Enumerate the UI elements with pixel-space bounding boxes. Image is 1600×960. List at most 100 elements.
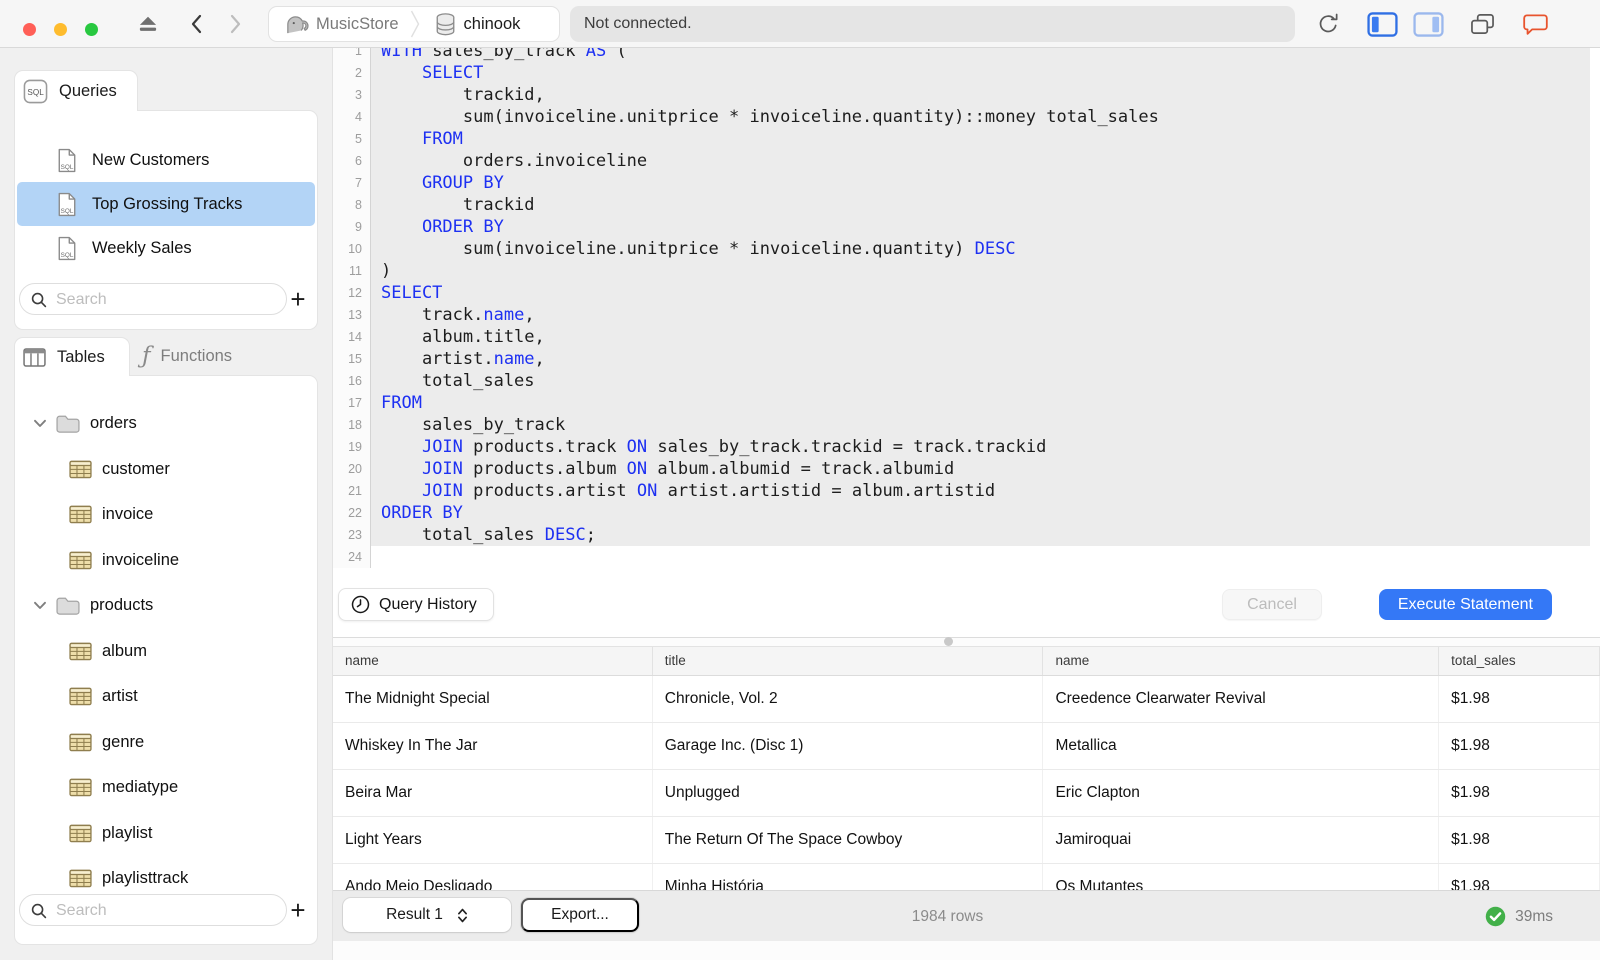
result-selector[interactable]: Result 1 <box>343 898 511 932</box>
query-list-item[interactable]: SQL Top Grossing Tracks <box>17 182 315 226</box>
add-query-button[interactable]: + <box>285 283 311 315</box>
code-line[interactable]: 17 FROM <box>333 392 1600 414</box>
code-line[interactable]: 20 JOIN products.album ON album.albumid … <box>333 458 1600 480</box>
panel-right-icon <box>1412 11 1444 37</box>
tree-table-row[interactable]: mediatype <box>15 765 317 811</box>
cancel-button[interactable]: Cancel <box>1222 589 1322 620</box>
code-text: artist.name, <box>371 348 1590 370</box>
line-number: 17 <box>333 392 371 414</box>
breadcrumb-database[interactable]: chinook <box>421 12 531 37</box>
results-body: The Midnight Special Chronicle, Vol. 2 Cre… <box>333 676 1600 890</box>
query-list-item[interactable]: SQL Weekly Sales <box>15 226 317 270</box>
code-line[interactable]: 11 ) <box>333 260 1600 282</box>
code-line[interactable]: 3 trackid, <box>333 84 1600 106</box>
result-row[interactable]: Light Years The Return Of The Space Cowbo… <box>333 817 1600 864</box>
code-line[interactable]: 6 orders.invoiceline <box>333 150 1600 172</box>
query-list-item[interactable]: SQL New Customers <box>15 138 317 182</box>
query-history-button[interactable]: Query History <box>338 588 494 621</box>
back-button[interactable] <box>182 0 210 48</box>
toggle-right-sidebar-button[interactable] <box>1410 0 1446 48</box>
sql-file-icon: SQL <box>57 236 77 261</box>
code-line[interactable]: 1 WITH sales_by_track AS ( <box>333 48 1600 62</box>
result-row[interactable]: The Midnight Special Chronicle, Vol. 2 Cre… <box>333 676 1600 723</box>
result-cell: Creedence Clearwater Revival <box>1043 676 1440 722</box>
code-text: GROUP BY <box>371 172 1590 194</box>
code-line[interactable]: 13 track.name, <box>333 304 1600 326</box>
code-line[interactable]: 12 SELECT <box>333 282 1600 304</box>
tree-table-row[interactable]: artist <box>15 674 317 720</box>
tree-folder-row[interactable]: orders <box>15 401 317 447</box>
code-line[interactable]: 9 ORDER BY <box>333 216 1600 238</box>
code-line[interactable]: 7 GROUP BY <box>333 172 1600 194</box>
code-line[interactable]: 18 sales_by_track <box>333 414 1600 436</box>
column-header[interactable]: name <box>1043 647 1440 675</box>
sql-file-icon: SQL <box>57 148 77 173</box>
zoom-window-button[interactable] <box>85 23 98 36</box>
result-cell: Minha História <box>653 864 1044 890</box>
tree-table-row[interactable]: invoice <box>15 492 317 538</box>
add-table-button[interactable]: + <box>285 894 311 926</box>
tree-item-label: playlist <box>102 823 153 842</box>
refresh-button[interactable] <box>1313 0 1343 48</box>
windows-button[interactable] <box>1466 0 1498 48</box>
close-window-button[interactable] <box>23 23 36 36</box>
export-button[interactable]: Export... <box>521 898 639 932</box>
tree-table-row[interactable]: playlisttrack <box>15 856 317 895</box>
code-line[interactable]: 24 <box>333 546 1600 568</box>
code-line[interactable]: 2 SELECT <box>333 62 1600 84</box>
tree-table-row[interactable]: playlist <box>15 811 317 857</box>
tables-search-box[interactable] <box>19 894 287 926</box>
splitter-grip[interactable] <box>944 637 953 646</box>
queries-search-box[interactable] <box>19 283 287 315</box>
forward-button[interactable] <box>222 0 250 48</box>
feedback-button[interactable] <box>1519 0 1551 48</box>
eject-button[interactable] <box>133 0 163 48</box>
database-icon <box>434 12 457 37</box>
execute-statement-button[interactable]: Execute Statement <box>1378 589 1552 620</box>
result-row[interactable]: Whiskey In The Jar Garage Inc. (Disc 1) Me… <box>333 723 1600 770</box>
code-line[interactable]: 10 sum(invoiceline.unitprice * invoiceli… <box>333 238 1600 260</box>
queries-search-input[interactable] <box>54 285 278 315</box>
tab-queries[interactable]: SQL Queries <box>14 70 138 111</box>
svg-text:SQL: SQL <box>27 87 44 96</box>
breadcrumb-connection[interactable]: MusicStore <box>269 13 409 36</box>
chevron-down-icon[interactable] <box>33 601 47 610</box>
code-line[interactable]: 8 trackid <box>333 194 1600 216</box>
tables-search-input[interactable] <box>54 896 278 926</box>
result-row[interactable]: Beira Mar Unplugged Eric Clapton $1.98 <box>333 770 1600 817</box>
tree-table-row[interactable]: album <box>15 629 317 675</box>
column-header[interactable]: name <box>333 647 653 675</box>
code-text: album.title, <box>371 326 1590 348</box>
code-line[interactable]: 5 FROM <box>333 128 1600 150</box>
execute-statement-label: Execute Statement <box>1397 595 1533 613</box>
tree-table-row[interactable]: customer <box>15 447 317 493</box>
code-line[interactable]: 22 ORDER BY <box>333 502 1600 524</box>
tab-queries-label: Queries <box>59 81 117 100</box>
code-line[interactable]: 14 album.title, <box>333 326 1600 348</box>
toggle-left-sidebar-button[interactable] <box>1364 0 1400 48</box>
table-icon <box>69 505 92 524</box>
code-line[interactable]: 23 total_sales DESC; <box>333 524 1600 546</box>
column-header[interactable]: total_sales <box>1439 647 1600 675</box>
chevron-down-icon[interactable] <box>33 419 47 428</box>
sql-editor[interactable]: 1 WITH sales_by_track AS ( 2 SELECT 3 tr… <box>333 48 1600 637</box>
tree-table-row[interactable]: genre <box>15 720 317 766</box>
code-line[interactable]: 15 artist.name, <box>333 348 1600 370</box>
code-line[interactable]: 19 JOIN products.track ON sales_by_track… <box>333 436 1600 458</box>
tree-item-label: artist <box>102 687 138 706</box>
code-line[interactable]: 16 total_sales <box>333 370 1600 392</box>
tree-item-label: mediatype <box>102 778 179 797</box>
line-number: 21 <box>333 480 371 502</box>
code-line[interactable]: 4 sum(invoiceline.unitprice * invoicelin… <box>333 106 1600 128</box>
column-header[interactable]: title <box>653 647 1044 675</box>
code-line[interactable]: 21 JOIN products.artist ON artist.artist… <box>333 480 1600 502</box>
tab-tables[interactable]: Tables <box>14 337 130 376</box>
line-number: 20 <box>333 458 371 480</box>
result-row[interactable]: Ando Meio Desligado Minha História Os Muta… <box>333 864 1600 890</box>
tree-folder-row[interactable]: products <box>15 583 317 629</box>
elephant-icon <box>282 13 309 36</box>
tree-table-row[interactable]: invoiceline <box>15 538 317 584</box>
minimize-window-button[interactable] <box>54 23 67 36</box>
query-history-label: Query History <box>379 595 477 613</box>
tab-functions[interactable]: ƒ Functions <box>134 337 300 376</box>
